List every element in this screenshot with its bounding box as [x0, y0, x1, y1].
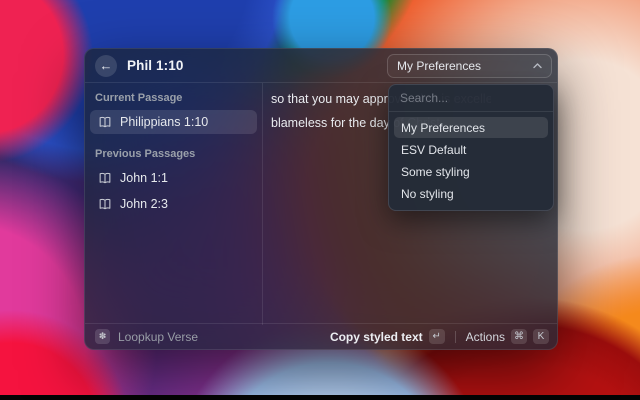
sidebar-item-john-1-1[interactable]: John 1:1: [90, 166, 257, 190]
actions-menu-button[interactable]: Actions ⌘ K: [466, 329, 549, 344]
sidebar-item-label: Philippians 1:10: [120, 115, 208, 129]
open-book-icon: [98, 198, 112, 211]
footer-divider: [455, 331, 456, 343]
open-book-icon: [98, 172, 112, 185]
current-passage-section: Current Passage Philippians 1:10: [90, 90, 257, 134]
dropdown-option-some-styling[interactable]: Some styling: [394, 161, 548, 182]
copy-styled-text-label: Copy styled text: [330, 330, 423, 344]
dropdown-option-my-preferences[interactable]: My Preferences: [394, 117, 548, 138]
window-header: ← Phil 1:10 My Preferences: [85, 49, 557, 83]
app-icon-chip: ✽: [95, 329, 110, 344]
app-window: ← Phil 1:10 My Preferences Current Passa…: [84, 48, 558, 350]
dropdown-option-label: Some styling: [401, 165, 470, 179]
style-dropdown-value: My Preferences: [397, 59, 481, 73]
passage-sidebar: Current Passage Philippians 1:10 Previou…: [85, 83, 263, 325]
open-book-icon: [98, 116, 112, 129]
dropdown-option-no-styling[interactable]: No styling: [394, 183, 548, 204]
footer-actions: Copy styled text ↵ Actions ⌘ K: [330, 329, 549, 344]
screen-letterbox: [0, 395, 640, 400]
page-title: Phil 1:10: [127, 58, 183, 73]
dropdown-option-label: My Preferences: [401, 121, 485, 135]
style-dropdown-panel: My Preferences ESV Default Some styling …: [388, 84, 554, 211]
dropdown-search-input[interactable]: [389, 85, 553, 111]
dropdown-option-esv-default[interactable]: ESV Default: [394, 139, 548, 160]
sidebar-item-label: John 1:1: [120, 171, 168, 185]
arrow-left-icon: ←: [100, 58, 113, 73]
app-name: Loopkup Verse: [118, 330, 198, 344]
dropdown-option-label: ESV Default: [401, 143, 466, 157]
style-dropdown-button[interactable]: My Preferences: [387, 54, 552, 78]
dropdown-option-label: No styling: [401, 187, 454, 201]
section-label: Current Passage: [90, 90, 257, 110]
previous-passages-section: Previous Passages John 1:1: [90, 142, 257, 216]
action-bar: ✽ Loopkup Verse Copy styled text ↵ Actio…: [85, 323, 557, 349]
back-button[interactable]: ←: [95, 55, 117, 77]
copy-styled-text-button[interactable]: Copy styled text ↵: [330, 329, 445, 344]
command-keycap: ⌘: [511, 329, 527, 344]
sidebar-item-john-2-3[interactable]: John 2:3: [90, 192, 257, 216]
actions-label: Actions: [466, 330, 505, 344]
dropdown-options-list: My Preferences ESV Default Some styling …: [389, 112, 553, 210]
return-keycap: ↵: [429, 329, 445, 344]
section-label: Previous Passages: [90, 142, 257, 166]
chevron-up-icon: [533, 63, 542, 69]
sidebar-item-philippians-1-10[interactable]: Philippians 1:10: [90, 110, 257, 134]
k-keycap: K: [533, 329, 549, 344]
sidebar-item-label: John 2:3: [120, 197, 168, 211]
flower-icon: ✽: [99, 331, 107, 342]
